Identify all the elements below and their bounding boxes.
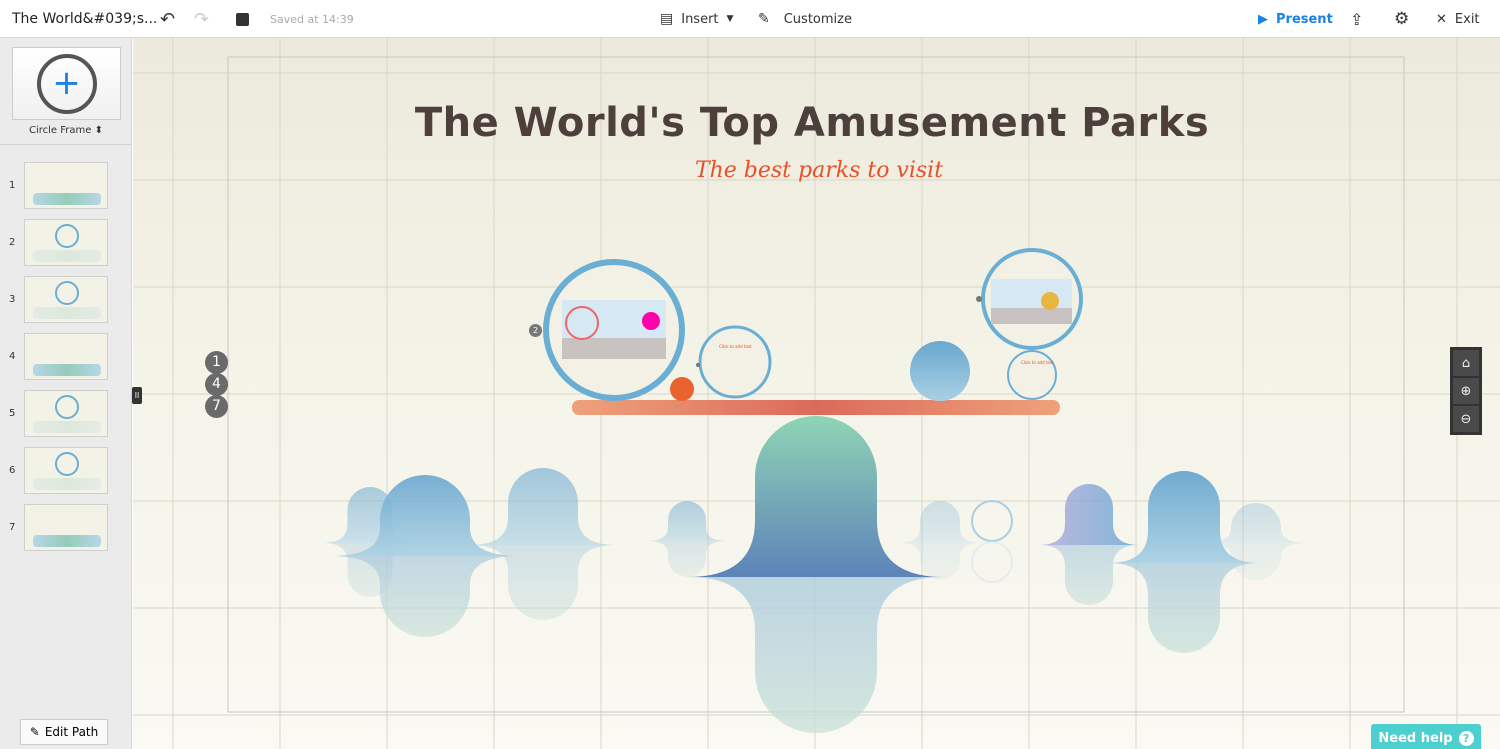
home-icon[interactable]: ⌂ (1453, 350, 1479, 376)
path-dot (696, 363, 700, 367)
zoom-out-icon[interactable]: ⊖ (1453, 406, 1479, 432)
slide-number: 6 (9, 465, 16, 476)
share-icon[interactable]: ⇪ (1350, 10, 1363, 29)
insert-button[interactable]: ▤ Insert ▼ (660, 0, 733, 38)
slide-thumbnail[interactable] (24, 276, 108, 323)
path-dot (976, 296, 982, 302)
slide-thumbnail[interactable] (24, 504, 108, 551)
slide-sidebar: + Circle Frame ⬍ 1 2 3 4 5 6 7 ✎ Edit Path (0, 38, 132, 749)
present-label: Present (1276, 11, 1333, 27)
frame-type-select[interactable]: Circle Frame ⬍ (0, 125, 132, 136)
add-text-placeholder[interactable]: Click to add text (1021, 360, 1054, 365)
gear-icon[interactable]: ⚙ (1394, 9, 1409, 29)
slide-thumbnail[interactable] (24, 333, 108, 380)
bell-shape (687, 577, 945, 733)
edit-path-button[interactable]: ✎ Edit Path (20, 719, 108, 745)
saved-status: Saved at 14:39 (270, 12, 354, 26)
path-number[interactable]: 7 (205, 395, 228, 418)
present-button[interactable]: ▶ Present (1258, 0, 1333, 38)
caret-down-icon: ▼ (726, 14, 734, 24)
bell-shape (647, 541, 727, 577)
sidebar-resize-handle[interactable]: ll (132, 387, 142, 404)
zoom-in-icon[interactable]: ⊕ (1453, 378, 1479, 404)
undo-icon[interactable]: ↶ (160, 9, 175, 30)
brush-icon: ✎ (758, 11, 770, 27)
slide-number: 1 (9, 180, 16, 191)
path-marker[interactable]: 2 (529, 324, 542, 337)
slide-number: 7 (9, 522, 16, 533)
outline-circle (971, 541, 1013, 583)
bell-shape (469, 468, 617, 545)
slide-number: 4 (9, 351, 16, 362)
path-number[interactable]: 4 (205, 373, 228, 396)
help-icon: ? (1458, 730, 1474, 746)
path-number[interactable]: 1 (205, 351, 228, 374)
add-text-placeholder[interactable]: Click to add text (719, 344, 752, 349)
zoom-controls: ⌂ ⊕ ⊖ (1450, 347, 1482, 435)
exit-button[interactable]: ✕ Exit (1436, 0, 1480, 38)
slide-number: 2 (9, 237, 16, 248)
canvas[interactable]: The World's Top Amusement Parks The best… (133, 38, 1500, 749)
image-ground (991, 308, 1072, 324)
bell-shape (898, 501, 982, 543)
image-ground (562, 338, 666, 359)
bell-shape (647, 501, 727, 541)
orange-ball (670, 377, 694, 401)
bell-shape (1038, 484, 1140, 545)
customize-button[interactable]: ✎ Customize (758, 0, 852, 38)
slide-thumbnail[interactable] (24, 447, 108, 494)
insert-label: Insert (681, 11, 719, 27)
exit-label: Exit (1454, 11, 1480, 27)
slide-thumbnail[interactable] (24, 162, 108, 209)
seesaw-bar (572, 400, 1060, 415)
need-help-button[interactable]: Need help? (1371, 724, 1481, 749)
pencil-icon: ✎ (29, 725, 40, 739)
outline-circle (971, 500, 1013, 542)
save-icon[interactable] (236, 12, 249, 26)
balloons (642, 312, 660, 330)
add-circle-frame-icon: + (36, 53, 97, 114)
slide-number: 3 (9, 294, 16, 305)
bell-shape (1038, 545, 1140, 605)
presentation-title[interactable]: The World&#039;s... (12, 11, 157, 27)
slide-thumbnail[interactable] (24, 219, 108, 266)
blue-ball (910, 341, 970, 401)
bell-shape (687, 416, 945, 577)
text-circle-frame (1007, 350, 1057, 400)
slide-subtitle[interactable]: The best parks to visit (133, 158, 1500, 183)
add-frame-button[interactable]: + (12, 47, 121, 120)
close-icon: ✕ (1436, 11, 1447, 27)
play-icon: ▶ (1258, 11, 1268, 27)
burger-stand (1041, 292, 1059, 310)
redo-icon[interactable]: ↷ (194, 9, 209, 30)
slide-thumbnail[interactable] (24, 390, 108, 437)
insert-icon: ▤ (660, 11, 674, 27)
text-circle-frame (698, 325, 772, 399)
slide-title[interactable]: The World's Top Amusement Parks (133, 100, 1491, 146)
slide-number: 5 (9, 408, 16, 419)
customize-label: Customize (783, 11, 852, 27)
top-toolbar: The World&#039;s... ↶ ↷ Saved at 14:39 ▤… (0, 0, 1500, 38)
